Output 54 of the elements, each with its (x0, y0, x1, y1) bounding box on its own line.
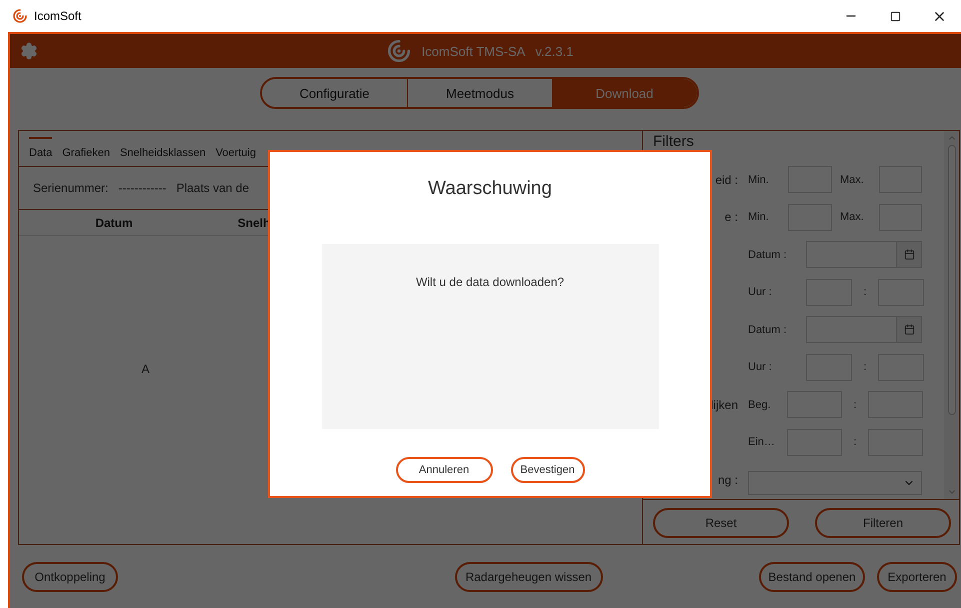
app-title: IcomSoft TMS-SA (422, 44, 526, 58)
footer-button[interactable]: Bestand openen (759, 562, 865, 592)
app-logo-icon (386, 38, 412, 64)
data-tab[interactable]: Data (29, 137, 52, 161)
clear-memory-button[interactable]: Radargeheugen wissen (454, 562, 602, 592)
data-tab[interactable]: Grafieken (62, 137, 110, 161)
app-version: v.2.3.1 (535, 44, 574, 58)
data-tab[interactable]: Snelheidsklassen (120, 137, 206, 161)
calendar-button[interactable] (896, 242, 921, 268)
date-field[interactable] (806, 241, 922, 268)
column-header: Datum (94, 216, 134, 230)
separator: : (862, 361, 868, 374)
settings-icon[interactable] (20, 42, 38, 60)
separator: : (862, 286, 868, 298)
filter-label: e : (724, 210, 739, 224)
dialog-message: Wilt u de data downloaden? (416, 275, 564, 291)
time-label: Uur : (748, 286, 773, 298)
filters-title: Filters (653, 133, 694, 152)
separator: : (852, 398, 858, 411)
window-title: IcomSoft (34, 9, 82, 23)
empty-message: A (141, 362, 150, 376)
disconnect-button[interactable]: Ontkoppeling (22, 562, 118, 592)
calendar-icon (904, 249, 914, 260)
dialog-button[interactable]: Bevestigen (510, 457, 584, 483)
place-label: Plaats van de (176, 181, 250, 195)
calendar-button[interactable] (896, 317, 921, 342)
filter-label: eid : (714, 172, 739, 187)
date-label: Datum : (748, 324, 788, 336)
mode-tab[interactable]: Download (552, 79, 697, 107)
time-label: Uur : (748, 361, 773, 374)
serial-label: Serienummer: (33, 181, 108, 195)
dialog-button[interactable]: Annuleren (396, 457, 492, 483)
dropdown[interactable] (748, 470, 922, 495)
scroll-thumb[interactable] (948, 145, 956, 415)
footer-button[interactable]: Exporteren (877, 562, 957, 592)
maximize-icon (890, 10, 900, 22)
separator: : (852, 436, 858, 448)
min-label: Min. (748, 174, 770, 186)
max-label: Max. (840, 211, 865, 224)
app-logo-icon (12, 8, 28, 24)
min-label: Min. (748, 211, 770, 224)
serial-value: ------------ (118, 181, 166, 195)
field-label: Ein… (748, 436, 776, 448)
date-field[interactable] (806, 316, 922, 344)
filter-button[interactable]: Filteren (815, 508, 951, 538)
field-label: Beg. (748, 398, 772, 411)
date-label: Datum : (748, 248, 788, 261)
filter-label: ng : (716, 472, 739, 487)
max-label: Max. (840, 174, 865, 186)
filter-button[interactable]: Reset (653, 508, 789, 538)
dialog-title: Waarschuwing (428, 178, 552, 201)
calendar-icon (904, 324, 914, 336)
scrollbar[interactable] (944, 131, 959, 498)
data-tab[interactable]: Voertuig (216, 137, 256, 161)
